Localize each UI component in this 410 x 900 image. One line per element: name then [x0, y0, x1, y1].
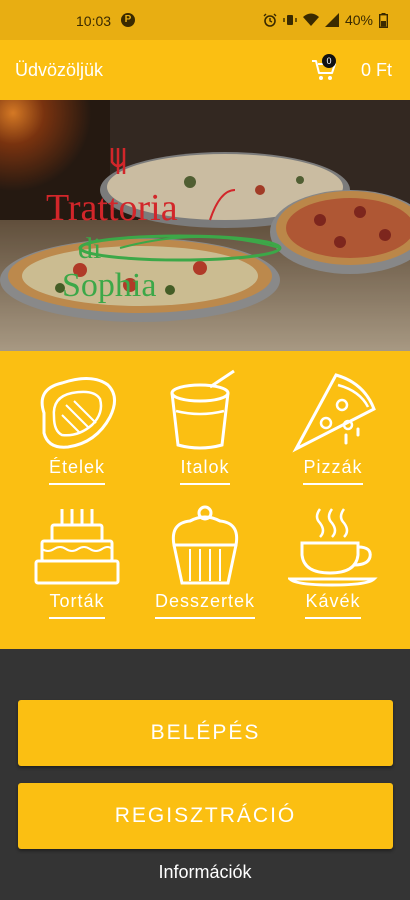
cake-icon: [34, 509, 120, 585]
pizza-slice-icon: [292, 373, 376, 453]
wifi-icon: [302, 13, 319, 26]
category-cakes-label: Torták: [49, 591, 105, 619]
cupcake-icon: [171, 505, 239, 585]
category-desserts-label: Desszertek: [154, 591, 256, 619]
login-button[interactable]: BELÉPÉS: [18, 700, 393, 766]
notification-app-icon: P: [121, 13, 135, 27]
app-bar: Üdvözöljük 0 0 Ft: [0, 40, 410, 100]
category-coffees[interactable]: Kávék: [273, 503, 393, 619]
coffee-cup-icon: [288, 508, 378, 587]
register-button[interactable]: REGISZTRÁCIÓ: [18, 783, 393, 849]
alarm-icon: [263, 13, 277, 27]
logo-text-trattoria: Trattoria: [46, 187, 178, 229]
category-food-label: Ételek: [48, 457, 106, 485]
signal-icon: [324, 13, 339, 27]
hero-banner: Trattoria di Sophia: [0, 100, 410, 351]
battery-icon: [379, 12, 388, 28]
pizza-photo: Trattoria di Sophia: [0, 100, 410, 351]
category-drinks-label: Italok: [180, 457, 230, 485]
category-grid: Ételek Italok Pizzák Torták Desszertek K…: [0, 351, 410, 649]
category-drinks[interactable]: Italok: [145, 369, 265, 485]
category-pizzas[interactable]: Pizzák: [273, 369, 393, 485]
info-link[interactable]: Információk: [0, 862, 410, 883]
category-cakes[interactable]: Torták: [17, 503, 137, 619]
status-time: 10:03: [76, 13, 112, 29]
drink-cup-icon: [170, 369, 235, 450]
category-food[interactable]: Ételek: [17, 369, 137, 485]
battery-percent: 40%: [344, 12, 373, 28]
steak-icon: [40, 377, 116, 449]
category-desserts[interactable]: Desszertek: [145, 503, 265, 619]
category-pizzas-label: Pizzák: [303, 457, 363, 485]
status-bar: 10:03 P 40%: [0, 0, 410, 40]
greeting-title: Üdvözöljük: [15, 60, 104, 80]
cart-total[interactable]: 0 Ft: [361, 60, 392, 81]
cart-count-badge: 0: [322, 54, 336, 68]
logo-text-di: di: [78, 232, 101, 265]
category-coffees-label: Kávék: [305, 591, 361, 619]
vibrate-icon: [283, 15, 297, 25]
logo-text-sophia: Sophia: [62, 267, 156, 304]
